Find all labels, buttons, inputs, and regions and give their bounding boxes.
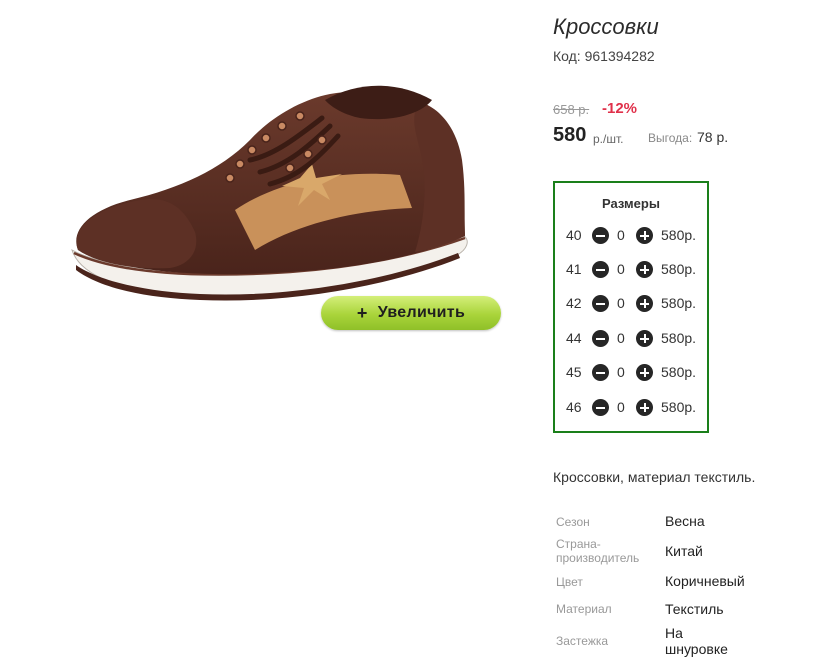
size-value: 46 <box>566 399 582 415</box>
minus-circle-icon[interactable] <box>592 399 609 416</box>
plus-circle-icon[interactable] <box>636 330 653 347</box>
size-price: 580р. <box>661 295 697 311</box>
size-value: 41 <box>566 261 582 277</box>
price-unit: р./шт. <box>593 132 624 146</box>
zoom-button-label: Увеличить <box>377 304 466 321</box>
attr-value-fastener: На шнуровке <box>665 625 728 657</box>
size-value: 45 <box>566 364 582 380</box>
size-quantity: 0 <box>617 295 625 311</box>
plus-circle-icon[interactable] <box>636 261 653 278</box>
attr-label-material: Материал <box>556 602 612 616</box>
size-price: 580р. <box>661 261 697 277</box>
size-quantity: 0 <box>617 330 625 346</box>
attr-label-color: Цвет <box>556 575 583 589</box>
attr-label-season: Сезон <box>556 515 590 529</box>
plus-circle-icon[interactable] <box>636 227 653 244</box>
size-price: 580р. <box>661 399 697 415</box>
size-row: 42 0 580р. <box>555 292 707 316</box>
sizes-selector: Размеры 40 0 580р. 41 0 580р. 42 0 580р.… <box>553 181 709 433</box>
product-description: Кроссовки, материал текстиль. <box>553 469 756 485</box>
zoom-button[interactable]: + Увеличить <box>321 296 501 330</box>
size-quantity: 0 <box>617 261 625 277</box>
size-row: 40 0 580р. <box>555 224 707 248</box>
attr-label-country: Страна-производитель <box>556 537 640 565</box>
product-sku: Код: 961394282 <box>553 48 655 64</box>
attr-value-material: Текстиль <box>665 601 724 617</box>
size-quantity: 0 <box>617 227 625 243</box>
size-price: 580р. <box>661 227 697 243</box>
size-quantity: 0 <box>617 399 625 415</box>
size-price: 580р. <box>661 330 697 346</box>
minus-circle-icon[interactable] <box>592 261 609 278</box>
attr-value-season: Весна <box>665 513 705 529</box>
attr-value-country: Китай <box>665 543 703 559</box>
minus-circle-icon[interactable] <box>592 330 609 347</box>
plus-icon: + <box>356 302 368 323</box>
sizes-title: Размеры <box>602 196 660 211</box>
size-value: 40 <box>566 227 582 243</box>
size-price: 580р. <box>661 364 697 380</box>
attr-value-color: Коричневый <box>665 573 745 589</box>
size-value: 44 <box>566 330 582 346</box>
plus-circle-icon[interactable] <box>636 364 653 381</box>
size-value: 42 <box>566 295 582 311</box>
savings-value: 78 р. <box>697 129 729 145</box>
size-row: 45 0 580р. <box>555 361 707 385</box>
size-row: 46 0 580р. <box>555 396 707 420</box>
size-row: 44 0 580р. <box>555 327 707 351</box>
plus-circle-icon[interactable] <box>636 295 653 312</box>
discount-badge: -12% <box>602 100 638 117</box>
size-quantity: 0 <box>617 364 625 380</box>
savings-label: Выгода: <box>648 131 693 145</box>
current-price: 580 <box>553 124 587 146</box>
sneaker-image <box>71 85 468 301</box>
minus-circle-icon[interactable] <box>592 364 609 381</box>
size-row: 41 0 580р. <box>555 258 707 282</box>
product-image[interactable] <box>60 60 480 330</box>
product-title: Кроссовки <box>553 14 659 39</box>
minus-circle-icon[interactable] <box>592 227 609 244</box>
old-price: 658 р. <box>553 102 590 117</box>
attr-label-fastener: Застежка <box>556 634 609 648</box>
plus-circle-icon[interactable] <box>636 399 653 416</box>
minus-circle-icon[interactable] <box>592 295 609 312</box>
